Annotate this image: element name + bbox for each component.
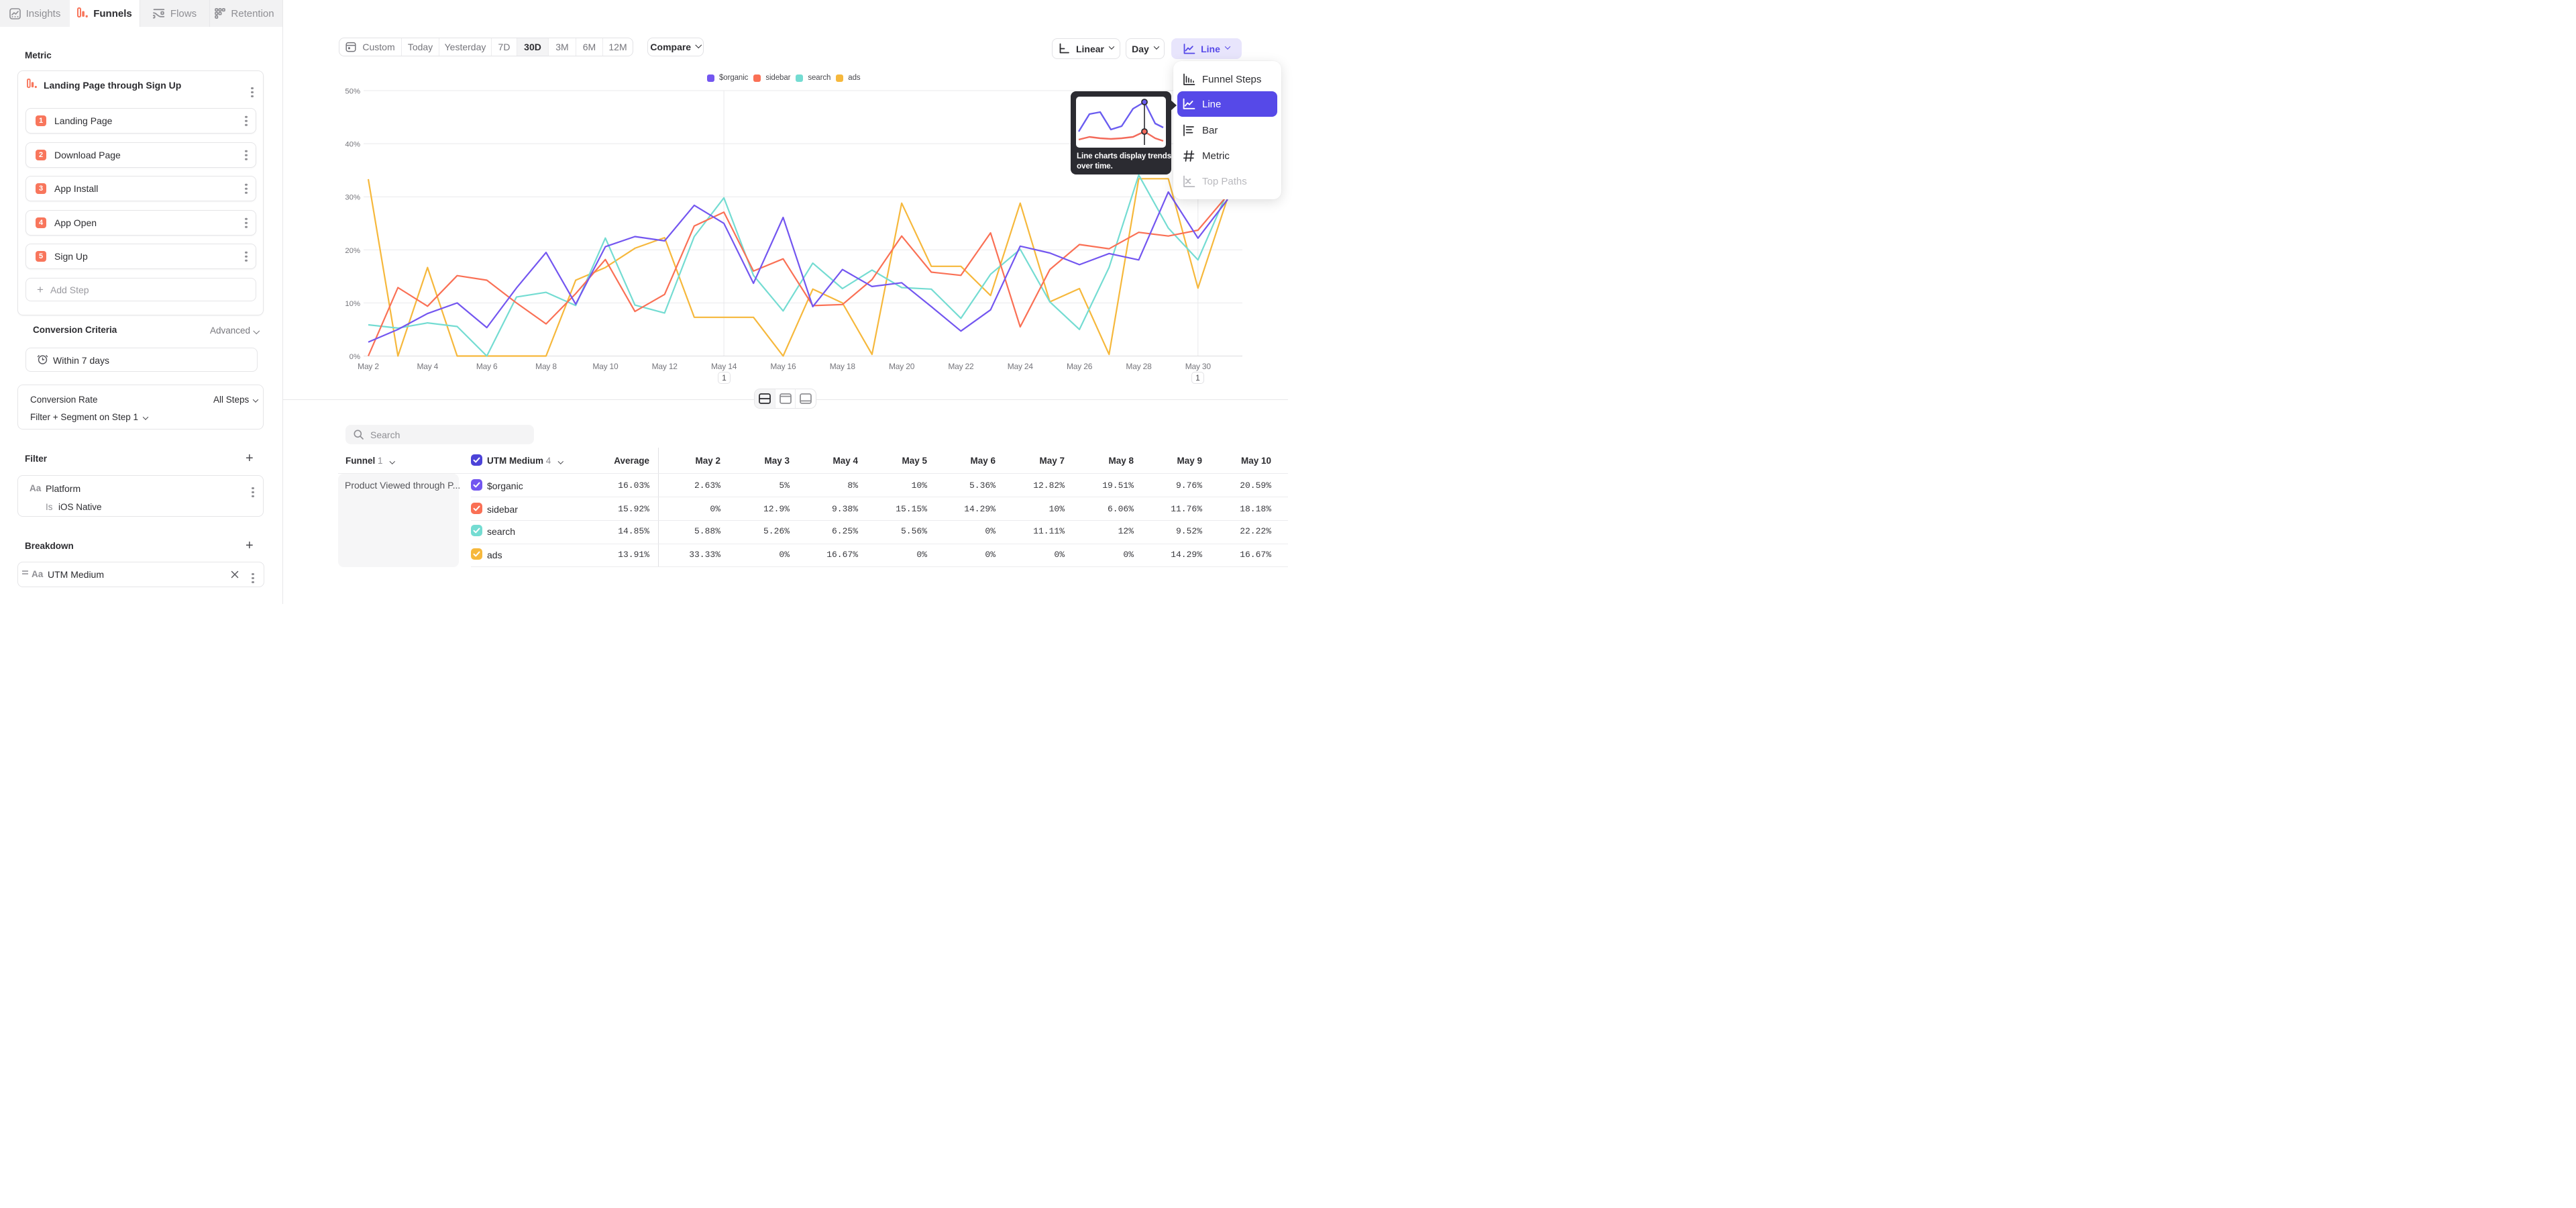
svg-text:May 30: May 30: [1185, 362, 1212, 371]
svg-text:May 28: May 28: [1126, 362, 1152, 371]
svg-text:30%: 30%: [345, 194, 360, 202]
svg-text:May 10: May 10: [592, 362, 619, 371]
svg-text:May 24: May 24: [1008, 362, 1034, 371]
svg-text:May 26: May 26: [1067, 362, 1093, 371]
svg-text:50%: 50%: [345, 88, 360, 96]
svg-text:May 20: May 20: [889, 362, 915, 371]
svg-text:May 18: May 18: [830, 362, 856, 371]
svg-text:May 4: May 4: [417, 362, 438, 371]
svg-text:May 2: May 2: [358, 362, 379, 371]
svg-text:May 12: May 12: [652, 362, 678, 371]
svg-text:May 16: May 16: [770, 362, 796, 371]
svg-text:May 22: May 22: [948, 362, 974, 371]
svg-text:40%: 40%: [345, 141, 360, 149]
svg-text:20%: 20%: [345, 247, 360, 255]
svg-text:May 6: May 6: [476, 362, 498, 371]
svg-text:May 8: May 8: [535, 362, 557, 371]
svg-text:10%: 10%: [345, 300, 360, 308]
svg-text:May 14: May 14: [711, 362, 737, 371]
svg-text:0%: 0%: [350, 353, 360, 361]
